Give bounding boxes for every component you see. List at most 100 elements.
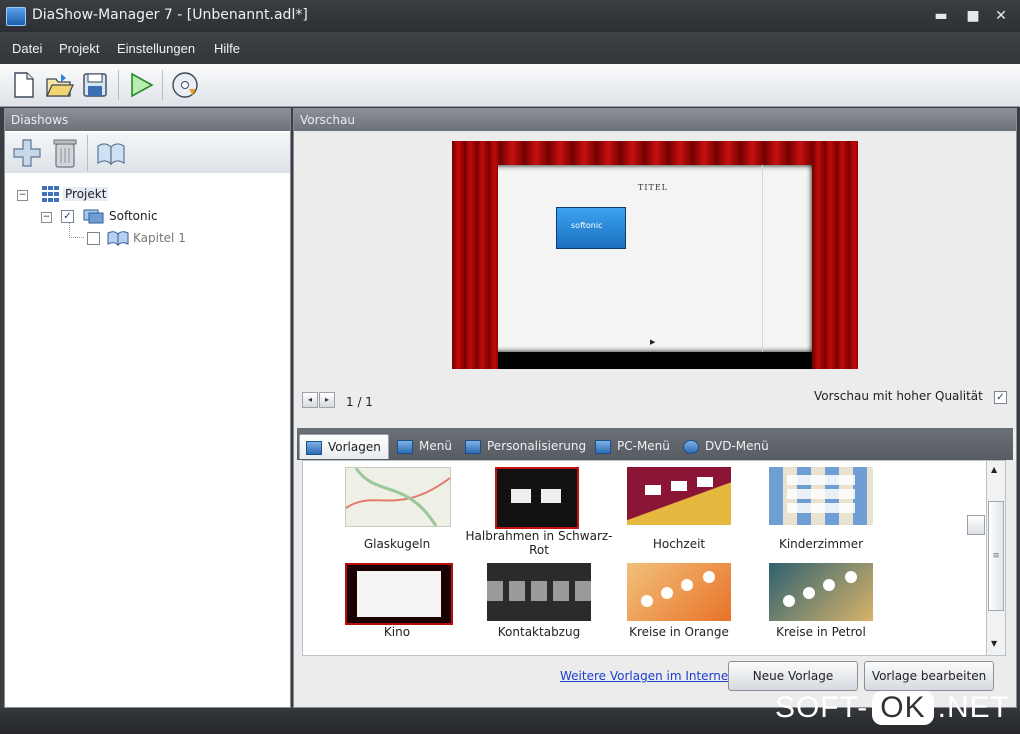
pc-icon [595, 439, 611, 454]
add-icon[interactable] [11, 137, 43, 169]
template-kreise-orange[interactable]: Kreise in Orange [605, 559, 745, 653]
template-tabs: Vorlagen Menü Personalisierung PC-Menü D… [297, 428, 1013, 460]
minimize-button[interactable]: ▬ [930, 6, 952, 26]
preview-stage: TITEL softonic ▶ [452, 141, 858, 369]
menu-projekt[interactable]: Projekt [59, 41, 99, 56]
slide-heading: TITEL [638, 183, 668, 192]
preview-panel: Vorschau TITEL softonic ▶ ◂ ▸ 1 / 1 Vors… [293, 108, 1017, 708]
tree-label-projekt: Projekt [63, 187, 109, 201]
template-label: Glaskugeln [363, 537, 431, 551]
open-folder-icon[interactable] [44, 70, 75, 100]
edit-template-button[interactable]: Vorlage bearbeiten [864, 661, 994, 691]
template-label: Hochzeit [652, 537, 706, 551]
tree-line [69, 223, 84, 238]
template-thumbnail [627, 563, 731, 621]
curtain-left [452, 141, 498, 369]
watermark: SOFT- OK .NET [775, 691, 1010, 725]
tools-separator [87, 135, 88, 171]
preview-panel-title: Vorschau [294, 109, 1016, 131]
diashows-panel-title: Diashows [5, 109, 290, 131]
template-glaskugeln[interactable]: Glaskugeln [323, 463, 463, 557]
template-thumbnail [627, 467, 731, 525]
app-icon [6, 7, 26, 26]
tab-personalisierung[interactable]: Personalisierung [459, 434, 586, 458]
new-template-button[interactable]: Neue Vorlage [728, 661, 858, 691]
template-label: Halbrahmen in Schwarz-Rot [465, 529, 613, 557]
more-templates-link[interactable]: Weitere Vorlagen im Internet [560, 669, 733, 683]
tree-label-softonic: Softonic [109, 209, 158, 223]
tab-dvd-menue[interactable]: DVD-Menü [677, 434, 773, 458]
template-label: Kreise in Orange [629, 625, 729, 639]
quality-checkbox[interactable]: ✓ [994, 391, 1007, 404]
template-label: Kontaktabzug [497, 625, 581, 639]
slide-play-icon: ▶ [650, 338, 656, 346]
curtain-top [452, 141, 858, 165]
kapitel-checkbox[interactable] [87, 232, 100, 245]
template-thumbnail [769, 467, 873, 525]
template-gallery: Glaskugeln Halbrahmen in Schwarz-Rot Hoc… [302, 460, 988, 656]
play-icon[interactable] [126, 70, 156, 100]
tree-label-kapitel: Kapitel 1 [133, 231, 186, 245]
scroll-down-icon[interactable]: ▼ [991, 639, 997, 648]
diashows-panel: Diashows − Projekt − ✓ Softonic Kapitel … [4, 108, 291, 708]
template-label: Kreise in Petrol [776, 625, 866, 639]
template-thumbnail [495, 467, 579, 529]
template-halbrahmen[interactable]: Halbrahmen in Schwarz-Rot [465, 463, 613, 557]
prev-page-button[interactable]: ◂ [302, 392, 318, 408]
menu-bar: Datei Projekt Einstellungen Hilfe [0, 32, 1020, 64]
maximize-button[interactable]: ■ [962, 6, 984, 26]
menu-hilfe[interactable]: Hilfe [214, 41, 240, 56]
template-hochzeit[interactable]: Hochzeit [605, 463, 745, 557]
grid-icon [41, 185, 61, 206]
slide-divider [762, 165, 763, 352]
dvd-icon [683, 439, 699, 454]
template-kreise-petrol[interactable]: Kreise in Petrol [747, 559, 887, 653]
diashows-toolbar [5, 133, 290, 173]
slide-thumbnail: softonic [556, 207, 626, 249]
gallery-scrollbar[interactable]: ▲ ≡ ▼ [986, 460, 1006, 656]
new-file-icon[interactable] [8, 70, 38, 100]
save-icon[interactable] [80, 70, 110, 100]
collapse-icon[interactable]: − [41, 212, 52, 223]
template-label: Kino [383, 625, 411, 639]
watermark-mid: OK [872, 691, 934, 725]
menu-datei[interactable]: Datei [12, 41, 42, 56]
collapse-icon[interactable]: − [17, 190, 28, 201]
template-label: Kinderzimmer [778, 537, 864, 551]
quality-label: Vorschau mit hoher Qualität [814, 389, 983, 403]
toolbar-separator [162, 70, 163, 100]
tab-menue[interactable]: Menü [391, 434, 455, 458]
template-kontaktabzug[interactable]: Kontaktabzug [465, 559, 605, 653]
menu-icon [397, 439, 413, 454]
title-bar: DiaShow-Manager 7 - [Unbenannt.adl*] ▬ ■… [0, 0, 1020, 32]
watermark-left: SOFT- [774, 691, 869, 724]
window-title: DiaShow-Manager 7 - [Unbenannt.adl*] [32, 7, 308, 23]
tab-pc-menue[interactable]: PC-Menü [589, 434, 673, 458]
preview-slide: TITEL softonic ▶ [492, 165, 812, 352]
template-kino[interactable]: Kino [323, 559, 463, 653]
delete-icon[interactable] [51, 137, 79, 169]
burn-disc-icon[interactable] [170, 70, 200, 100]
gallery-handle[interactable] [967, 515, 985, 535]
softonic-checkbox[interactable]: ✓ [61, 210, 74, 223]
template-thumbnail [345, 563, 453, 625]
scroll-thumb[interactable]: ≡ [988, 501, 1004, 611]
book-icon[interactable] [95, 138, 127, 168]
page-counter: 1 / 1 [346, 395, 373, 409]
close-button[interactable]: ✕ [990, 6, 1012, 26]
toolbar [0, 64, 1020, 107]
tab-vorlagen[interactable]: Vorlagen [299, 434, 389, 459]
template-kinderzimmer[interactable]: Kinderzimmer [747, 463, 887, 557]
book-icon [107, 230, 129, 249]
menu-einstellungen[interactable]: Einstellungen [117, 41, 195, 56]
personalize-icon [465, 439, 481, 454]
watermark-right: .NET [937, 691, 1010, 724]
next-page-button[interactable]: ▸ [319, 392, 335, 408]
template-thumbnail [769, 563, 873, 621]
curtain-right [812, 141, 858, 369]
toolbar-separator [118, 70, 119, 100]
template-icon [306, 440, 322, 455]
scroll-up-icon[interactable]: ▲ [991, 465, 997, 474]
slide-brand: softonic [571, 221, 603, 230]
template-thumbnail [487, 563, 591, 621]
